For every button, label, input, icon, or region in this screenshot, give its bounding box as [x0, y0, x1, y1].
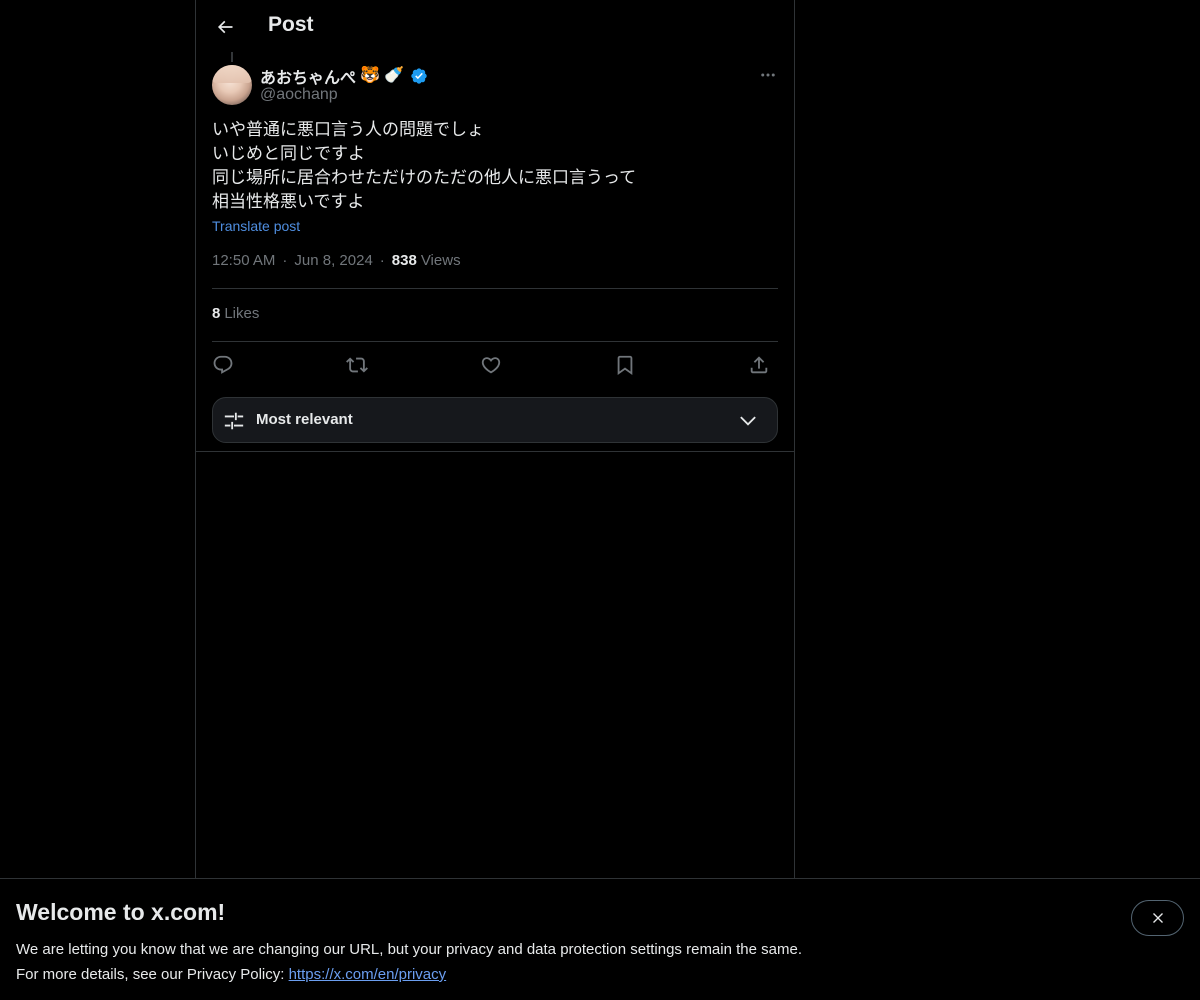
- author-handle[interactable]: @aochanp: [260, 86, 338, 104]
- heart-icon: [481, 357, 501, 374]
- separator-dot: ·: [379, 252, 385, 269]
- repost-icon: [346, 357, 368, 373]
- baby-bottle-emoji: 🍼: [383, 67, 404, 84]
- post-text-line: 相当性格悪いですよ: [212, 192, 365, 212]
- tiger-emoji: 🐯: [360, 67, 380, 84]
- banner-line: For more details, see our Privacy Policy…: [16, 962, 802, 987]
- post-header: Post: [196, 0, 794, 53]
- thread-connector-line: [231, 52, 233, 62]
- reply-icon: [213, 355, 233, 374]
- banner-title: Welcome to x.com!: [16, 899, 226, 925]
- likes-count: 8: [212, 305, 221, 322]
- post-time[interactable]: 12:50 AM: [212, 252, 275, 269]
- post-meta: 12:50 AM · Jun 8, 2024 · 838 Views: [212, 252, 461, 269]
- likes-label: Likes: [224, 305, 260, 322]
- bookmark-button[interactable]: [612, 352, 638, 378]
- sort-label: Most relevant: [256, 411, 353, 428]
- bookmark-icon: [617, 355, 633, 376]
- translate-post-link[interactable]: Translate post: [212, 218, 300, 234]
- reply-button[interactable]: [210, 352, 236, 378]
- post-actions: [212, 352, 778, 378]
- banner-line-prefix: For more details, see our Privacy Policy…: [16, 966, 289, 983]
- share-button[interactable]: [746, 352, 772, 378]
- welcome-banner: Welcome to x.com! We are letting you kno…: [0, 878, 1200, 1000]
- post-text-line: いや普通に悪口言う人の問題でしょ: [212, 120, 484, 140]
- views-label: Views: [420, 252, 461, 269]
- arrow-left-icon: [217, 20, 233, 34]
- post-text-line: いじめと同じですよ: [212, 144, 365, 164]
- avatar[interactable]: [212, 65, 252, 105]
- close-icon: [1152, 913, 1163, 923]
- avatar-image-detail: [212, 65, 252, 83]
- post-date[interactable]: Jun 8, 2024: [294, 252, 372, 269]
- divider: [212, 288, 778, 289]
- separator-dot: ·: [282, 252, 288, 269]
- more-dots-icon: [761, 73, 775, 77]
- main-column: Post あおちゃんぺ 🐯 🍼 @aochanp いや普通に悪口言う人の問題でし…: [195, 0, 795, 878]
- banner-line: We are letting you know that we are chan…: [16, 941, 802, 958]
- like-button[interactable]: [478, 352, 504, 378]
- author-display-name[interactable]: あおちゃんぺ: [260, 64, 356, 88]
- views-count: 838: [391, 252, 417, 269]
- more-options-button[interactable]: [756, 64, 780, 86]
- reply-sort-dropdown[interactable]: Most relevant: [212, 397, 778, 443]
- author-name-row: あおちゃんぺ 🐯 🍼: [260, 64, 428, 88]
- post-text-line: 同じ場所に居合わせただけのただの他人に悪口言うって: [212, 168, 637, 188]
- divider: [212, 341, 778, 342]
- privacy-policy-link[interactable]: https://x.com/en/privacy: [289, 966, 447, 983]
- banner-text: We are letting you know that we are chan…: [16, 937, 802, 987]
- sliders-icon: [224, 412, 244, 430]
- post-text: いや普通に悪口言う人の問題でしょ いじめと同じですよ 同じ場所に居合わせただけの…: [212, 118, 778, 214]
- close-banner-button[interactable]: [1131, 900, 1184, 936]
- share-icon: [750, 356, 768, 374]
- likes-link[interactable]: 8 Likes: [212, 305, 259, 322]
- back-button[interactable]: [208, 10, 242, 44]
- divider: [196, 451, 794, 452]
- page-title: Post: [268, 13, 314, 36]
- verified-badge-icon[interactable]: [410, 67, 428, 85]
- chevron-down-icon: [740, 416, 756, 426]
- repost-button[interactable]: [344, 352, 370, 378]
